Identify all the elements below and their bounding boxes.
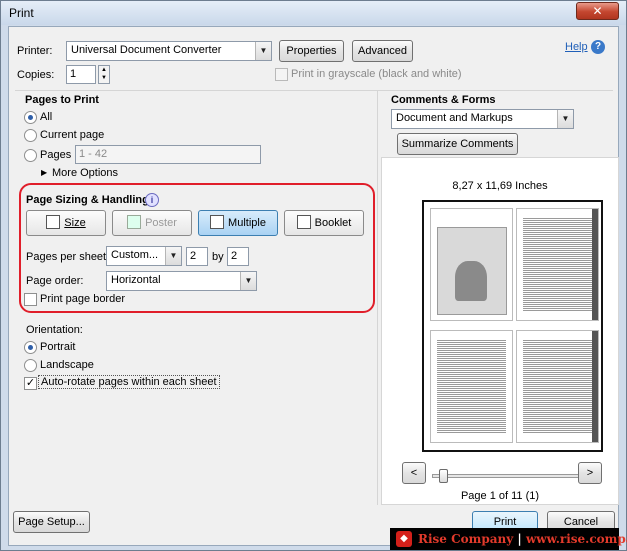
- watermark-url: www.rise.company: [525, 532, 627, 546]
- print-border-label: Print page border: [40, 293, 125, 305]
- multiple-button[interactable]: Multiple: [198, 210, 278, 236]
- window-title: Print: [9, 6, 34, 20]
- pages-per-sheet-value: Custom...: [111, 249, 159, 261]
- size-button[interactable]: Size: [26, 210, 106, 236]
- pages-range-field[interactable]: 1 - 42: [75, 145, 261, 164]
- preview-page: [430, 208, 513, 321]
- advanced-button[interactable]: Advanced: [352, 40, 413, 62]
- summarize-comments-button[interactable]: Summarize Comments: [397, 133, 518, 155]
- brand-logo-icon: ◆: [396, 531, 412, 547]
- page-order-select[interactable]: Horizontal ▼: [106, 271, 257, 291]
- printer-select[interactable]: Universal Document Converter ▼: [66, 41, 272, 61]
- page-order-value: Horizontal: [111, 274, 161, 286]
- copies-stepper[interactable]: ▲ ▼: [98, 65, 110, 84]
- multiple-button-label: Multiple: [228, 217, 266, 229]
- chevron-down-icon: ▼: [255, 42, 271, 60]
- chevron-down-icon: ▼: [165, 247, 181, 265]
- pages-per-sheet-select[interactable]: Custom... ▼: [106, 246, 182, 266]
- print-border-checkbox[interactable]: [24, 293, 37, 306]
- paper-size-text: 8,27 x 11,69 Inches: [452, 180, 548, 192]
- portrait-radio[interactable]: [24, 341, 37, 354]
- comments-forms-value: Document and Markups: [396, 112, 513, 124]
- columns-field[interactable]: 2: [186, 247, 208, 266]
- dialog-body: Printer: Universal Document Converter ▼ …: [8, 26, 619, 546]
- copies-label: Copies:: [17, 69, 55, 81]
- watermark-brand: Rise Company: [418, 532, 514, 546]
- rows-field[interactable]: 2: [227, 247, 249, 266]
- page-slider-thumb[interactable]: [439, 469, 448, 483]
- preview-page: [516, 330, 599, 443]
- watermark-banner: ◆ Rise Company | www.rise.company: [390, 528, 627, 550]
- poster-button[interactable]: Poster: [112, 210, 192, 236]
- poster-icon: [127, 215, 142, 229]
- pages-to-print-title: Pages to Print: [25, 94, 99, 106]
- copies-field[interactable]: 1: [66, 65, 96, 84]
- all-pages-label: All: [40, 111, 53, 123]
- landscape-radio[interactable]: [24, 359, 37, 372]
- booklet-button[interactable]: Booklet: [284, 210, 364, 236]
- properties-button[interactable]: Properties: [279, 40, 344, 62]
- poster-button-label: Poster: [145, 217, 177, 229]
- next-page-button[interactable]: >: [578, 462, 602, 484]
- by-label: by: [212, 251, 224, 263]
- expand-triangle-icon[interactable]: ▶: [41, 168, 47, 177]
- chevron-down-icon: ▼: [240, 272, 256, 290]
- pages-range-label: Pages: [40, 149, 72, 161]
- page-sizing-title: Page Sizing & Handling: [26, 194, 149, 206]
- help-link[interactable]: Help: [565, 41, 588, 53]
- landscape-label: Landscape: [40, 359, 94, 371]
- page-setup-button[interactable]: Page Setup...: [13, 511, 90, 533]
- page-info: Page 1 of 11 (1): [460, 490, 540, 502]
- text-lines: [437, 339, 506, 434]
- booklet-button-label: Booklet: [314, 217, 352, 229]
- title-bar: Print ✕: [1, 1, 626, 25]
- preview-page: [516, 208, 599, 321]
- vertical-divider: [377, 90, 378, 505]
- watermark-separator: |: [513, 532, 526, 546]
- preview-page: [430, 330, 513, 443]
- text-lines: [523, 217, 592, 312]
- prev-page-button[interactable]: <: [402, 462, 426, 484]
- printer-label: Printer:: [17, 45, 53, 57]
- page-order-label: Page order:: [26, 275, 84, 287]
- pages-range-radio[interactable]: [24, 149, 37, 162]
- booklet-icon: [296, 215, 311, 229]
- preview-panel: 8,27 x 11,69 Inches < > Page 1 of 11 (1): [381, 157, 619, 505]
- page-edge: [592, 209, 598, 320]
- chevron-down-icon: ▼: [557, 110, 573, 128]
- page-edge: [592, 331, 598, 442]
- help-icon[interactable]: ?: [591, 40, 605, 54]
- autorotate-checkbox[interactable]: ✓: [24, 377, 37, 390]
- info-icon[interactable]: i: [145, 193, 159, 207]
- current-page-label: Current page: [40, 129, 105, 141]
- sheet-preview: [422, 200, 603, 452]
- printer-value: Universal Document Converter: [71, 44, 222, 56]
- orientation-title: Orientation:: [26, 324, 83, 336]
- grayscale-checkbox[interactable]: [275, 68, 288, 81]
- portrait-label: Portrait: [40, 341, 76, 353]
- current-page-radio[interactable]: [24, 129, 37, 142]
- print-dialog: Print ✕ Printer: Universal Document Conv…: [0, 0, 627, 551]
- text-lines: [523, 339, 592, 434]
- size-button-label: Size: [64, 217, 86, 229]
- comments-forms-title: Comments & Forms: [391, 94, 496, 106]
- portrait-drawing: [455, 261, 487, 301]
- multiple-icon: [210, 215, 225, 229]
- page-slider-track[interactable]: [432, 474, 584, 478]
- pages-per-sheet-label: Pages per sheet:: [26, 251, 110, 263]
- all-pages-radio[interactable]: [24, 111, 37, 124]
- close-button[interactable]: ✕: [576, 2, 619, 20]
- more-options-link[interactable]: More Options: [52, 167, 118, 179]
- comments-forms-select[interactable]: Document and Markups ▼: [391, 109, 574, 129]
- divider: [15, 90, 613, 91]
- grayscale-label: Print in grayscale (black and white): [291, 68, 462, 80]
- autorotate-label: Auto-rotate pages within each sheet: [38, 375, 220, 389]
- size-icon: [46, 215, 61, 229]
